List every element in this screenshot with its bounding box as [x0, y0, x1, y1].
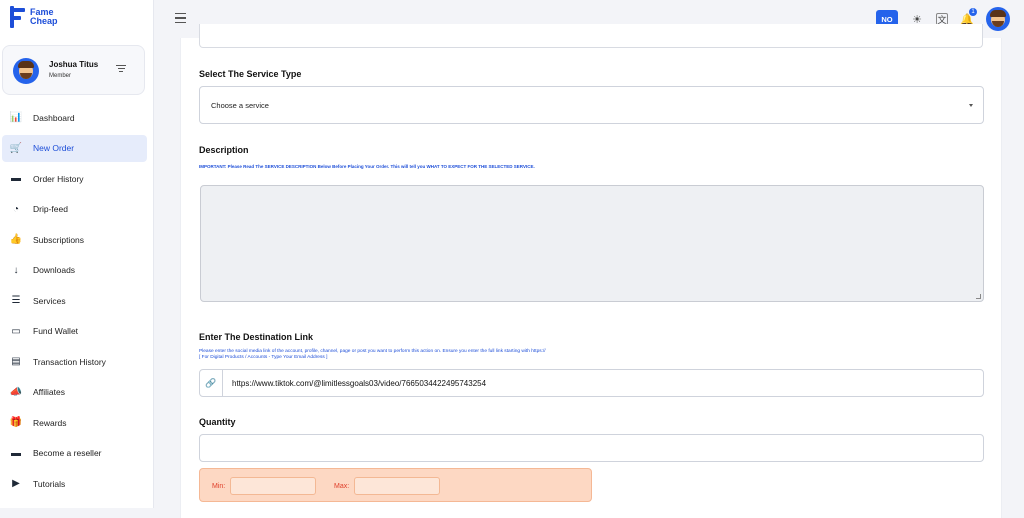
sidebar-item-new-order[interactable]: 🛒 New Order [2, 134, 147, 162]
destination-link-value[interactable]: https://www.tiktok.com/@limitlessgoals03… [223, 379, 486, 388]
description-label: Description [199, 145, 249, 155]
sidebar-item-label: Dashboard [33, 112, 75, 123]
cart-icon: 🛒 [9, 142, 23, 154]
play-circle-icon: ▶ [12, 478, 20, 489]
sidebar-item-affiliates[interactable]: 📣 Affiliates [2, 379, 147, 406]
min-max-panel: Min: Max: [199, 468, 592, 502]
sidebar-item-label: Subscriptions [33, 234, 85, 245]
sidebar-item-label: Become a reseller [33, 448, 102, 458]
sidebar-item-label: Drip-feed [33, 204, 68, 214]
category-select[interactable] [199, 24, 983, 48]
service-type-label: Select The Service Type [199, 69, 302, 79]
sidebar-item-transaction-history[interactable]: ▤ Transaction History [2, 348, 147, 375]
filter-icon[interactable] [116, 65, 126, 73]
sidebar-item-label: Tutorials [33, 478, 66, 489]
sidebar-item-subscriptions[interactable]: 👍 Subscriptions [2, 226, 147, 253]
sidebar-item-dashboard[interactable]: 📊 Dashboard [2, 104, 147, 131]
thumbs-up-icon: 👍 [9, 234, 23, 245]
quantity-input[interactable] [199, 434, 984, 462]
sidebar-item-label: Rewards [33, 417, 67, 428]
brand-logo[interactable]: Fame Cheap [10, 6, 70, 28]
link-icon: 🔗 [200, 370, 223, 396]
sidebar-item-label: Order History [33, 173, 84, 184]
sidebar-item-downloads[interactable]: ↓ Downloads [2, 257, 147, 284]
sidebar-item-order-history[interactable]: ▬ Order History [2, 165, 147, 192]
resize-handle-icon[interactable] [976, 294, 981, 299]
sidebar-item-services[interactable]: ☰ Services [2, 287, 147, 314]
brand-name: Fame Cheap [30, 8, 70, 26]
service-select-placeholder: Choose a service [211, 100, 269, 110]
chart-icon: 📊 [9, 112, 23, 123]
sidebar-item-tutorials[interactable]: ▶ Tutorials [2, 470, 147, 497]
max-label: Max: [334, 483, 350, 490]
profile-name: Joshua Titus [49, 60, 99, 69]
sidebar-item-label: Services [33, 295, 66, 306]
destination-help: Please enter the social media link of th… [199, 349, 546, 361]
sidebar-item-become-a-reseller[interactable]: ▬ Become a reseller [2, 440, 147, 467]
list-icon: ☰ [11, 295, 21, 306]
order-form: Select The Service Type Choose a service… [180, 24, 1002, 518]
profile-role: Member [49, 73, 72, 79]
receipt-icon: ▤ [11, 356, 21, 367]
profile-card[interactable]: Joshua Titus Member [2, 45, 145, 95]
description-notice: IMPORTANT: Please Read The SERVICE DESCR… [199, 164, 535, 169]
sidebar-item-label: Affiliates [33, 387, 65, 397]
sidebar-item-fund-wallet[interactable]: ▭ Fund Wallet [2, 318, 147, 345]
sidebar: Fame Cheap Joshua Titus Member 📊 Dashboar… [0, 0, 154, 508]
destination-link-input[interactable]: 🔗 https://www.tiktok.com/@limitlessgoals… [199, 369, 984, 397]
max-input[interactable] [354, 477, 440, 495]
sidebar-item-drip-feed[interactable]: ◔ Drip-feed [2, 196, 147, 223]
quantity-label: Quantity [199, 417, 236, 427]
destination-label: Enter The Destination Link [199, 332, 314, 342]
sidebar-item-label: Fund Wallet [33, 326, 79, 336]
arrow-down-icon: ↓ [13, 264, 19, 276]
sidebar-item-label: Downloads [33, 265, 76, 275]
sidebar-item-rewards[interactable]: 🎁 Rewards [2, 409, 147, 436]
clock-icon: ◔ [12, 203, 20, 215]
min-input[interactable] [230, 477, 316, 495]
store-icon: ▬ [11, 447, 21, 459]
description-box [200, 185, 984, 302]
header-avatar[interactable] [986, 7, 1010, 31]
avatar [13, 58, 39, 84]
wallet-icon: ▭ [11, 325, 21, 337]
gift-icon: 🎁 [9, 417, 23, 428]
brand-name-line2: Cheap [30, 16, 58, 26]
logo-mark-icon [10, 6, 26, 28]
megaphone-icon: 📣 [9, 386, 23, 398]
chevron-down-icon [969, 104, 973, 107]
sidebar-item-label: New Order [33, 143, 75, 153]
min-label: Min: [212, 483, 226, 490]
calendar-icon: ▬ [11, 173, 21, 184]
sidebar-nav: 📊 Dashboard 🛒 New Order ▬ Order History ◔ Drip-… [2, 104, 147, 501]
notification-badge: 1 [969, 8, 977, 16]
service-select[interactable]: Choose a service [199, 86, 984, 124]
destination-help-line2: [ For Digital Products / Accounts - Type… [199, 355, 328, 360]
sidebar-item-label: Transaction History [33, 356, 106, 367]
menu-icon[interactable] [175, 13, 186, 26]
